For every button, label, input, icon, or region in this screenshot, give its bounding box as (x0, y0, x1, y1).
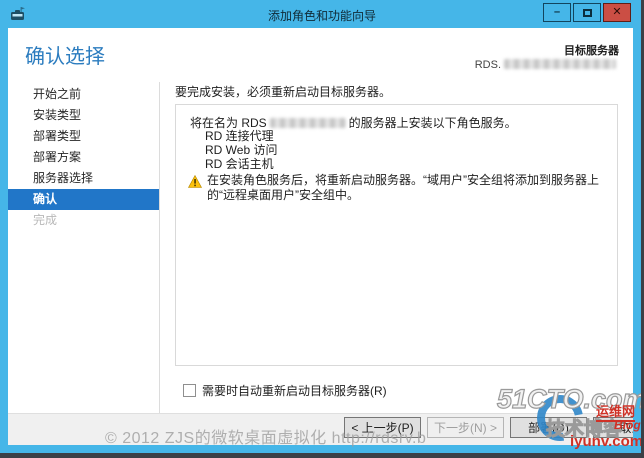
sidebar-divider (159, 82, 160, 413)
redacted-server-name-inline (269, 117, 346, 128)
confirmation-box: 将在名为 RDS 的服务器上安装以下角色服务。 RD 连接代理 RD Web 访问… (175, 104, 618, 366)
step-results: 完成 (33, 213, 58, 227)
blog-watermark: Blog (614, 418, 641, 432)
restart-notice: 要完成安装，必须重新启动目标服务器。 (175, 85, 392, 99)
restart-checkbox[interactable] (183, 384, 196, 397)
maximize-icon (582, 8, 592, 17)
target-server-prefix: RDS. (474, 59, 501, 71)
step-confirmation[interactable]: 确认 (8, 189, 159, 210)
role-service-item: RD Web 访问 (205, 143, 278, 157)
title-bar: 添加角色和功能向导 – ✕ (0, 0, 644, 28)
minimize-icon: – (553, 6, 561, 18)
step-deployment-type[interactable]: 部署类型 (8, 126, 159, 147)
redacted-server-name (504, 59, 616, 70)
iyunv-domain-watermark: iyunv.com (570, 433, 644, 450)
role-service-item: RD 连接代理 (205, 129, 274, 143)
target-server-label: 目标服务器 (564, 45, 619, 57)
target-server-block: 目标服务器 RDS. (475, 42, 619, 71)
role-services-list: RD 连接代理 RD Web 访问 RD 会话主机 (205, 129, 277, 171)
role-service-item: RD 会话主机 (205, 157, 274, 171)
step-before-you-begin[interactable]: 开始之前 (8, 84, 159, 105)
close-button[interactable]: ✕ (603, 3, 631, 22)
install-line-prefix: 将在名为 RDS (190, 116, 267, 130)
copyright-watermark: © 2012 ZJS的微软桌面虚拟化 http://rdsrv.b (105, 430, 427, 447)
warning-icon (187, 174, 203, 188)
maximize-button[interactable] (573, 3, 601, 22)
wizard-steps-nav: 开始之前 安装类型 部署类型 部署方案 服务器选择 确认 完成 (8, 84, 159, 231)
step-installation-type[interactable]: 安装类型 (8, 105, 159, 126)
step-deployment-scenario[interactable]: 部署方案 (8, 147, 159, 168)
page-title: 确认选择 (25, 46, 105, 68)
next-button[interactable]: 下一步(N) > (427, 417, 504, 438)
restart-checkbox-row: 需要时自动重新启动目标服务器(R) (183, 382, 387, 399)
window-edge-bottom (0, 453, 644, 458)
wizard-body: 确认选择 目标服务器 RDS. 开始之前 安装类型 部署类型 部署方案 服务器选… (8, 28, 633, 445)
target-server-name: RDS. (475, 59, 619, 71)
warning-row: 在安装角色服务后，将重新启动服务器。“域用户”安全组将添加到服务器上的“远程桌面… (187, 173, 600, 203)
wizard-window: 添加角色和功能向导 – ✕ 确认选择 目标服务器 RDS. 开始之前 安装类型 (0, 0, 644, 458)
minimize-button[interactable]: – (543, 3, 571, 22)
close-icon: ✕ (612, 6, 622, 18)
restart-checkbox-label: 需要时自动重新启动目标服务器(R) (202, 384, 387, 398)
warning-text: 在安装角色服务后，将重新启动服务器。“域用户”安全组将添加到服务器上的“远程桌面… (207, 173, 599, 202)
caption-buttons: – ✕ (543, 3, 631, 22)
install-line-suffix: 的服务器上安装以下角色服务。 (348, 116, 517, 130)
step-server-selection[interactable]: 服务器选择 (8, 168, 159, 189)
